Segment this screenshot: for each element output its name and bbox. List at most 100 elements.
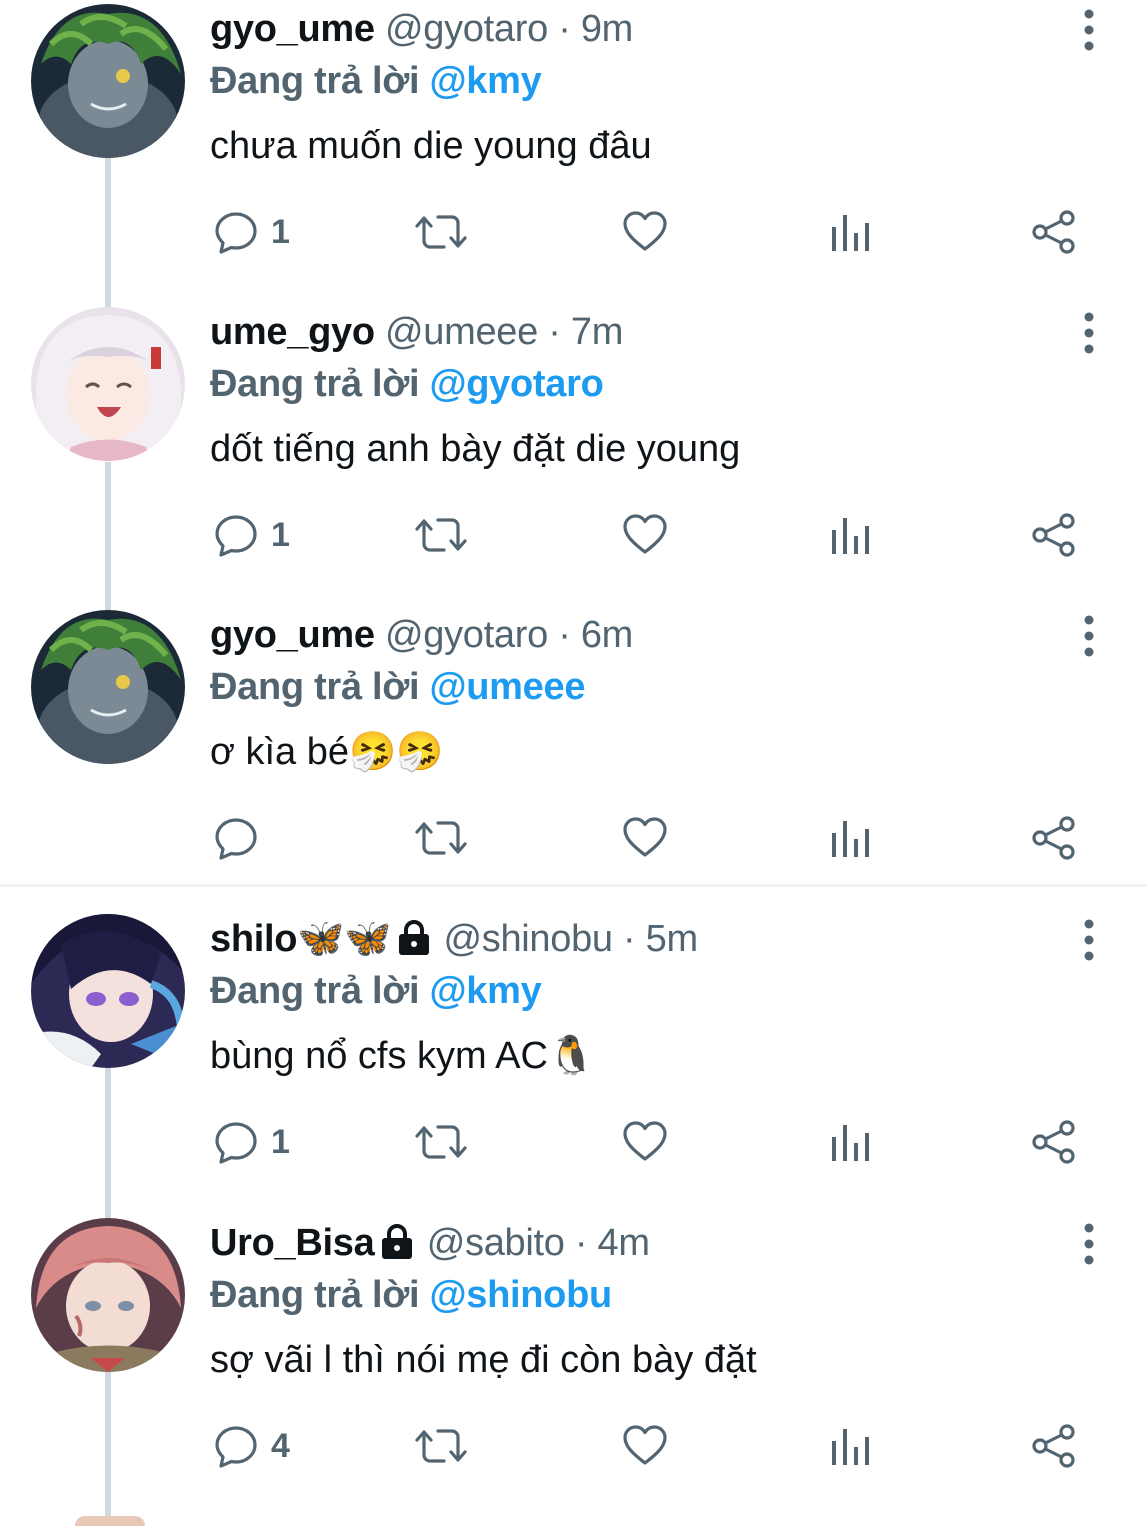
user-handle[interactable]: @umeee — [385, 311, 538, 353]
user-handle[interactable]: @sabito — [427, 1222, 565, 1264]
tweet[interactable]: shilo🦋🦋 @shinobu · 5m Đang trả lời @kmy … — [0, 910, 1147, 1200]
separator: · — [623, 918, 636, 960]
heart-icon — [623, 211, 667, 251]
retweet-icon — [415, 1125, 467, 1159]
next-tweet-avatar[interactable] — [75, 1516, 145, 1526]
views-button[interactable] — [830, 808, 870, 868]
reply-button[interactable] — [213, 808, 271, 868]
retweet-button[interactable] — [414, 1112, 468, 1172]
views-button[interactable] — [830, 1112, 870, 1172]
mention-link[interactable]: @kmy — [430, 970, 542, 1012]
display-name[interactable]: ume_gyo — [210, 311, 375, 353]
tweet-header: ume_gyo @umeee · 7m — [210, 309, 623, 355]
analytics-icon — [832, 1125, 869, 1161]
avatar[interactable] — [31, 1218, 185, 1372]
share-icon — [1032, 1120, 1075, 1164]
tweet-header: Uro_Bisa @sabito · 4m — [210, 1220, 650, 1272]
replying-to-label: Đang trả lời — [210, 666, 420, 708]
reply-button[interactable]: 1 — [213, 1112, 290, 1172]
avatar[interactable] — [31, 307, 185, 461]
tweet[interactable]: gyo_ume @gyotaro · 6m Đang trả lời @umee… — [0, 606, 1147, 884]
retweet-button[interactable] — [414, 1416, 468, 1476]
replying-to-label: Đang trả lời — [210, 60, 420, 102]
tweet-text: sợ vãi l thì nói mẹ đi còn bày đặt — [210, 1339, 757, 1381]
white-haired-girl-avatar — [31, 307, 185, 461]
tweet[interactable]: Uro_Bisa @sabito · 4m Đang trả lời @shin… — [0, 1214, 1147, 1504]
share-button[interactable] — [1031, 1416, 1077, 1476]
tweet[interactable]: ume_gyo @umeee · 7m Đang trả lời @gyotar… — [0, 303, 1147, 593]
analytics-icon — [832, 821, 869, 857]
user-handle[interactable]: @gyotaro — [385, 614, 548, 656]
share-icon — [1032, 210, 1075, 254]
tweet-text: bùng nổ cfs kym AC🐧 — [210, 1035, 596, 1077]
retweet-button[interactable] — [414, 808, 468, 868]
reply-button[interactable]: 1 — [213, 202, 290, 262]
share-icon — [1032, 1424, 1075, 1468]
tweet-header: gyo_ume @gyotaro · 6m — [210, 612, 633, 658]
mention-link[interactable]: @umeee — [430, 666, 586, 708]
share-button[interactable] — [1031, 505, 1077, 565]
views-button[interactable] — [830, 202, 870, 262]
views-button[interactable] — [830, 1416, 870, 1476]
share-button[interactable] — [1031, 1112, 1077, 1172]
retweet-button[interactable] — [414, 202, 468, 262]
mention-link[interactable]: @shinobu — [430, 1274, 613, 1316]
avatar[interactable] — [31, 4, 185, 158]
display-name[interactable]: Uro_Bisa — [210, 1222, 375, 1264]
lock-icon — [395, 919, 433, 968]
heart-icon — [623, 817, 667, 857]
replying-to: Đang trả lời @umeee — [210, 664, 585, 710]
timestamp[interactable]: 9m — [581, 8, 634, 50]
share-button[interactable] — [1031, 808, 1077, 868]
purple-eyed-girl-avatar — [31, 914, 185, 1068]
timestamp[interactable]: 5m — [646, 918, 699, 960]
avatar[interactable] — [31, 610, 185, 764]
user-handle[interactable]: @shinobu — [443, 918, 613, 960]
replying-to-label: Đang trả lời — [210, 363, 420, 405]
timestamp[interactable]: 4m — [598, 1222, 651, 1264]
heart-icon — [623, 1425, 667, 1465]
like-button[interactable] — [622, 808, 668, 868]
reply-count: 1 — [271, 212, 290, 251]
retweet-button[interactable] — [414, 505, 468, 565]
views-button[interactable] — [830, 505, 870, 565]
salmon-haired-boy-avatar — [31, 1218, 185, 1372]
separator: · — [558, 8, 571, 50]
more-options-icon[interactable] — [1074, 8, 1104, 52]
share-button[interactable] — [1031, 202, 1077, 262]
tweet-header: shilo🦋🦋 @shinobu · 5m — [210, 916, 698, 968]
replying-to: Đang trả lời @kmy — [210, 968, 542, 1014]
separator: · — [574, 1222, 588, 1264]
display-name[interactable]: gyo_ume — [210, 614, 375, 656]
reply-button[interactable]: 1 — [213, 505, 290, 565]
tweet[interactable]: gyo_ume @gyotaro · 9m Đang trả lời @kmy … — [0, 0, 1147, 290]
reply-button[interactable]: 4 — [213, 1416, 290, 1476]
more-options-icon[interactable] — [1074, 1222, 1104, 1266]
tweet-text: dốt tiếng anh bày đặt die young — [210, 428, 741, 470]
more-options-icon[interactable] — [1074, 918, 1104, 962]
avatar[interactable] — [31, 914, 185, 1068]
share-icon — [1032, 816, 1075, 860]
replying-to: Đang trả lời @shinobu — [210, 1272, 612, 1318]
timestamp[interactable]: 6m — [581, 614, 634, 656]
like-button[interactable] — [622, 1112, 668, 1172]
like-button[interactable] — [622, 505, 668, 565]
more-options-icon[interactable] — [1074, 311, 1104, 355]
replying-to-label: Đang trả lời — [210, 970, 420, 1012]
tweet-header: gyo_ume @gyotaro · 9m — [210, 6, 633, 52]
reply-count: 4 — [271, 1426, 290, 1465]
like-button[interactable] — [622, 202, 668, 262]
user-handle[interactable]: @gyotaro — [385, 8, 548, 50]
like-button[interactable] — [622, 1416, 668, 1476]
more-options-icon[interactable] — [1074, 614, 1104, 658]
display-name[interactable]: shilo🦋🦋 — [210, 918, 392, 960]
tweet-actions: 1 — [0, 1112, 1147, 1172]
analytics-icon — [832, 1429, 869, 1465]
separator: · — [558, 614, 571, 656]
display-name[interactable]: gyo_ume — [210, 8, 375, 50]
mention-link[interactable]: @gyotaro — [430, 363, 604, 405]
mention-link[interactable]: @kmy — [430, 60, 542, 102]
timestamp[interactable]: 7m — [571, 311, 624, 353]
reply-icon — [215, 1122, 257, 1164]
retweet-icon — [415, 821, 467, 855]
